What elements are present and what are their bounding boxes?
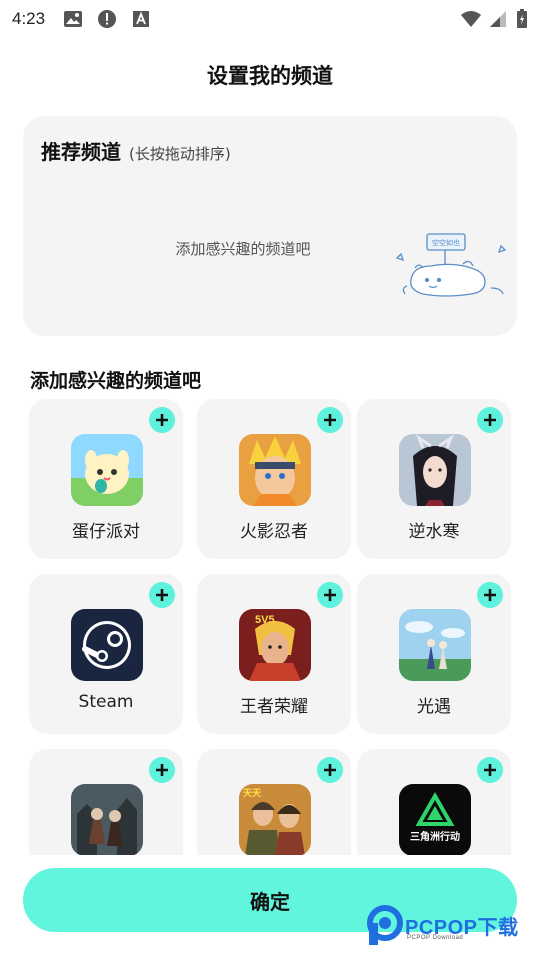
channel-grid: 蛋仔派对 火影忍者 逆水寒 Steam 5V5 王者荣耀 光遇 天天 三角洲行动 [29,399,513,855]
a-badge-icon [131,9,151,29]
channel-label: 逆水寒 [408,522,460,542]
recommended-hint: (长按拖动排序) [129,145,231,163]
channel-tile-nishuihan[interactable]: 逆水寒 [357,399,511,559]
add-channel-button[interactable] [149,582,175,608]
alert-icon [97,9,117,29]
channel-tile-sky[interactable]: 光遇 [357,574,511,734]
peacekeeper-elite-icon: 天天 [239,784,311,855]
channel-label: 光遇 [417,697,451,717]
nishuihan-icon [399,434,471,506]
honor-of-kings-icon: 5V5 [239,609,311,681]
watermark: PCPOP下载 PCPOP Download [365,905,535,955]
channel-label: 蛋仔派对 [72,522,140,542]
eggy-party-icon [71,434,143,506]
channel-label: 王者荣耀 [240,697,308,717]
channel-tile-peacekeeper-elite[interactable]: 天天 [197,749,351,855]
channel-tile-honor-of-kings[interactable]: 5V5 王者荣耀 [197,574,351,734]
peace-badge-text: 天天 [243,788,262,799]
steam-icon [71,609,143,681]
plus-icon [324,589,336,601]
sky-icon [399,609,471,681]
status-time: 4:23 [12,9,46,28]
channel-tile-steam[interactable]: Steam [29,574,183,734]
recommended-header: 推荐频道 (长按拖动排序) [41,136,231,165]
add-channel-button[interactable] [477,407,503,433]
system-icons [460,9,528,29]
add-channel-button[interactable] [149,407,175,433]
battery-icon [516,9,528,29]
plus-icon [484,589,496,601]
add-channel-button[interactable] [317,757,343,783]
recommended-channels-card: 推荐频道 (长按拖动排序) 添加感兴趣的频道吧 空空如也 [23,116,517,336]
notification-icons [63,9,151,29]
naruto-icon [239,434,311,506]
signal-icon [488,9,508,29]
add-section-title: 添加感兴趣的频道吧 [30,370,202,392]
plus-icon [484,414,496,426]
channel-tile-eggy-party[interactable]: 蛋仔派对 [29,399,183,559]
plus-icon [156,414,168,426]
watermark-sub: PCPOP Download [407,935,464,941]
channel-tile-naruto[interactable]: 火影忍者 [197,399,351,559]
illustration-sign-text: 空空如也 [432,238,460,247]
plus-icon [484,764,496,776]
add-channel-button[interactable] [317,407,343,433]
channel-label: Steam [78,692,134,712]
delta-force-text: 三角洲行动 [410,830,460,843]
add-channel-button[interactable] [477,757,503,783]
plus-icon [156,589,168,601]
channel-tile-delta-force[interactable]: 三角洲行动 [357,749,511,855]
add-channel-button[interactable] [149,757,175,783]
page-title: 设置我的频道 [207,64,333,88]
empty-state-illustration: 空空如也 [393,228,508,308]
recommended-title: 推荐频道 [41,140,121,164]
image-icon [63,9,83,29]
plus-icon [156,764,168,776]
add-channel-button[interactable] [317,582,343,608]
delta-force-icon: 三角洲行动 [399,784,471,855]
wifi-icon [460,9,481,29]
identity-v-icon [71,784,143,855]
status-bar: 4:23 [0,0,540,38]
pcpop-logo-icon [365,905,403,945]
plus-icon [324,414,336,426]
add-channel-button[interactable] [477,582,503,608]
honor-badge-text: 5V5 [255,614,275,626]
channel-tile-identity-v[interactable] [29,749,183,855]
plus-icon [324,764,336,776]
channel-label: 火影忍者 [240,522,308,542]
